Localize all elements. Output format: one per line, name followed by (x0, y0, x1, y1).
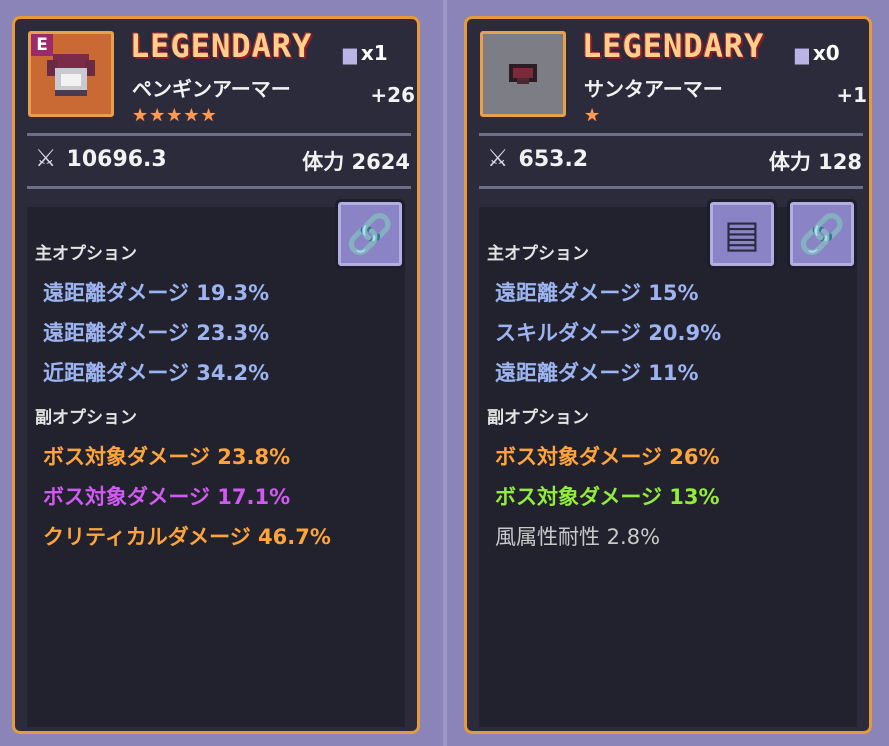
main-option-3: 近距離ダメージ 34.2% (43, 361, 270, 385)
penguin-armor-icon (47, 54, 95, 96)
rarity-label: LEGENDARY (130, 27, 313, 65)
sub-option-3: クリティカルダメージ 46.7% (43, 525, 331, 549)
header-divider (479, 133, 863, 136)
enhance-level: +1 (836, 83, 867, 107)
sword-icon: ⚔ (35, 144, 57, 172)
main-option-2: 遠距離ダメージ 23.3% (43, 321, 270, 345)
attack-value: 653.2 (518, 147, 589, 172)
item-name: ペンギンアーマー (132, 77, 291, 101)
hp-label: 体力 (302, 150, 345, 174)
main-options-label: 主オプション (35, 244, 137, 264)
hp-stat: 体力 128 (722, 146, 862, 176)
link-button[interactable]: 🔗 (787, 199, 857, 269)
santa-armor-icon (509, 64, 537, 84)
star-rating: ★ (584, 105, 602, 126)
rarity-label: LEGENDARY (582, 27, 765, 65)
hp-value: 128 (818, 150, 862, 174)
link-button[interactable]: 🔗 (335, 199, 405, 269)
sub-option-1: ボス対象ダメージ 23.8% (43, 445, 291, 469)
sub-options-label: 副オプション (35, 408, 137, 428)
attack-stat: ⚔ 10696.3 (35, 144, 167, 172)
item-card-penguin-armor[interactable]: E LEGENDARY ペンギンアーマー ★★★★★ ▆ x1 +26 ⚔ 1069… (12, 16, 420, 734)
item-icon-frame (480, 31, 566, 117)
hp-label: 体力 (768, 150, 811, 174)
sub-option-2: ボス対象ダメージ 17.1% (43, 485, 291, 509)
owned-count: ▆ x1 (343, 41, 388, 65)
sword-icon: ⚔ (487, 144, 509, 172)
sub-option-1: ボス対象ダメージ 26% (495, 445, 720, 469)
main-option-2: スキルダメージ 20.9% (495, 321, 722, 345)
skill-book-icon: ▤ (724, 212, 760, 256)
star-rating: ★★★★★ (132, 105, 218, 126)
stat-divider (479, 186, 863, 189)
panel-divider (443, 0, 447, 746)
owned-count-value: x0 (812, 41, 840, 65)
attack-value: 10696.3 (66, 147, 167, 172)
sub-options-label: 副オプション (487, 408, 589, 428)
anvil-icon: ▆ (795, 44, 809, 65)
hp-value: 2624 (351, 150, 410, 174)
sub-option-2: ボス対象ダメージ 13% (495, 485, 720, 509)
stat-divider (27, 186, 411, 189)
owned-count: ▆ x0 (795, 41, 840, 65)
item-name: サンタアーマー (584, 77, 723, 101)
main-option-1: 遠距離ダメージ 15% (495, 281, 699, 305)
owned-count-value: x1 (360, 41, 388, 65)
item-icon-frame: E (28, 31, 114, 117)
main-option-1: 遠距離ダメージ 19.3% (43, 281, 270, 305)
sub-option-3: 風属性耐性 2.8% (495, 525, 661, 549)
skill-button[interactable]: ▤ (707, 199, 777, 269)
enhance-level: +26 (370, 83, 415, 107)
main-option-3: 遠距離ダメージ 11% (495, 361, 699, 385)
main-options-label: 主オプション (487, 244, 589, 264)
header-divider (27, 133, 411, 136)
chain-link-icon: 🔗 (346, 211, 394, 256)
hp-stat: 体力 2624 (270, 146, 410, 176)
anvil-icon: ▆ (343, 44, 357, 65)
chain-link-icon: 🔗 (798, 211, 846, 256)
item-card-santa-armor[interactable]: LEGENDARY サンタアーマー ★ ▆ x0 +1 ⚔ 653.2 体力 128… (464, 16, 872, 734)
attack-stat: ⚔ 653.2 (487, 144, 588, 172)
